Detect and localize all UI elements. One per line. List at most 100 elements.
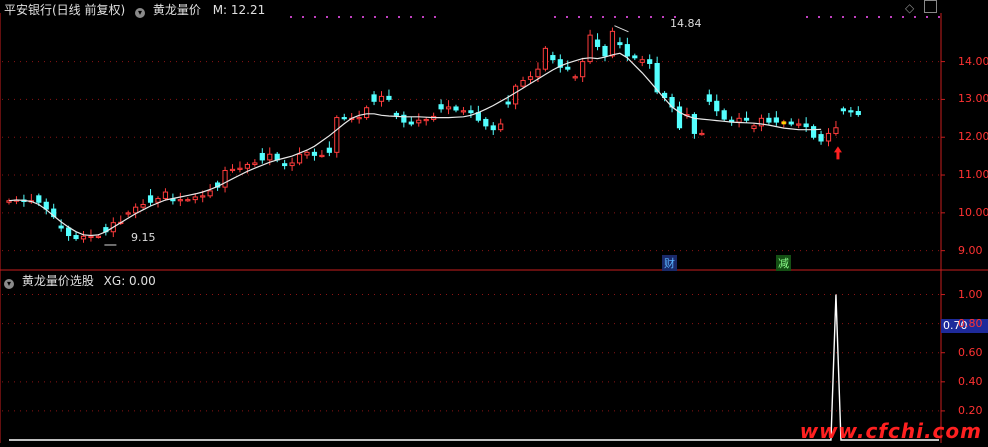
candle[interactable] <box>80 230 87 243</box>
candle[interactable] <box>289 157 295 171</box>
candle[interactable] <box>222 166 228 193</box>
candle[interactable] <box>751 123 757 133</box>
candle[interactable] <box>609 27 616 59</box>
high-arrow <box>614 25 629 33</box>
candle[interactable] <box>6 198 12 205</box>
candle[interactable] <box>140 199 146 210</box>
diamond-icon[interactable]: ◇ <box>905 1 914 15</box>
candle[interactable] <box>177 192 183 207</box>
top-marker-dot <box>854 16 856 18</box>
candle[interactable] <box>73 231 79 241</box>
candle[interactable] <box>147 189 154 207</box>
candle[interactable] <box>669 93 675 113</box>
candle[interactable] <box>691 112 697 139</box>
candle[interactable] <box>423 117 429 126</box>
candle[interactable] <box>162 188 169 201</box>
candle[interactable] <box>475 105 481 123</box>
candle[interactable] <box>639 55 645 67</box>
candle[interactable] <box>259 148 265 164</box>
candle[interactable] <box>103 223 109 236</box>
candle[interactable] <box>185 197 191 202</box>
candle[interactable] <box>758 114 765 132</box>
event-tag-cai[interactable]: 财 <box>662 255 677 271</box>
candle[interactable] <box>453 104 459 113</box>
candle[interactable] <box>721 108 727 122</box>
candle[interactable] <box>855 106 861 117</box>
top-marker-dot <box>362 16 364 18</box>
candle[interactable] <box>401 111 407 128</box>
candle[interactable] <box>840 106 846 115</box>
candle[interactable] <box>542 46 548 72</box>
top-marker-dot <box>338 16 340 18</box>
candle[interactable] <box>580 57 586 83</box>
candle[interactable] <box>296 147 303 166</box>
candle[interactable] <box>364 105 370 120</box>
candle[interactable] <box>736 113 742 128</box>
top-marker-dot <box>938 16 940 18</box>
candle[interactable] <box>632 53 638 61</box>
candle[interactable] <box>602 44 608 62</box>
candle[interactable] <box>676 101 683 131</box>
candle[interactable] <box>699 129 705 136</box>
candle[interactable] <box>334 115 340 158</box>
candle[interactable] <box>617 37 623 49</box>
candle[interactable] <box>766 113 772 125</box>
candle[interactable] <box>282 159 288 170</box>
candle[interactable] <box>125 210 131 218</box>
candle[interactable] <box>304 150 310 159</box>
candle[interactable] <box>527 71 534 84</box>
candle[interactable] <box>773 111 779 126</box>
candle[interactable] <box>416 113 422 127</box>
candle[interactable] <box>557 54 563 73</box>
candle[interactable] <box>796 118 802 129</box>
candle[interactable] <box>587 29 593 64</box>
candle[interactable] <box>229 164 236 173</box>
sub-indicator-toggle-icon[interactable]: ▾ <box>4 279 14 289</box>
candle[interactable] <box>393 111 399 120</box>
candle[interactable] <box>714 94 720 117</box>
candle[interactable] <box>326 141 332 157</box>
candle[interactable] <box>438 99 444 113</box>
candle[interactable] <box>788 118 794 127</box>
candle[interactable] <box>445 100 452 115</box>
candle[interactable] <box>252 159 258 167</box>
buy-signal-arrow-icon <box>833 146 842 160</box>
candle[interactable] <box>356 110 362 124</box>
candle[interactable] <box>237 161 243 173</box>
candle[interactable] <box>319 150 325 158</box>
candle[interactable] <box>818 130 824 145</box>
candle[interactable] <box>408 116 414 127</box>
candle[interactable] <box>498 118 504 132</box>
candle[interactable] <box>825 128 832 147</box>
candle[interactable] <box>371 91 377 106</box>
candle[interactable] <box>833 120 839 136</box>
xg-tick-label: 0.40 <box>958 374 983 388</box>
candle[interactable] <box>133 203 139 219</box>
kline-chart[interactable] <box>0 0 988 443</box>
xg-tick-label: 0.60 <box>958 345 983 359</box>
candle[interactable] <box>490 122 496 135</box>
top-marker-dot <box>554 16 556 18</box>
event-tag-jian[interactable]: 减 <box>776 255 791 271</box>
candle[interactable] <box>513 83 519 110</box>
window-box-icon[interactable] <box>924 0 937 13</box>
candle[interactable] <box>706 89 712 106</box>
candle[interactable] <box>483 117 489 130</box>
candle[interactable] <box>729 116 735 126</box>
candle[interactable] <box>341 113 347 121</box>
top-marker-dot <box>614 16 616 18</box>
candle[interactable] <box>43 198 49 215</box>
candle[interactable] <box>647 54 653 69</box>
candle[interactable] <box>848 106 854 117</box>
candle[interactable] <box>743 111 750 123</box>
candle[interactable] <box>460 106 467 115</box>
candle[interactable] <box>572 74 578 81</box>
candle[interactable] <box>811 124 817 140</box>
candle[interactable] <box>207 184 213 199</box>
candle[interactable] <box>378 91 385 107</box>
candle[interactable] <box>311 148 318 161</box>
indicator-toggle-icon[interactable]: ▾ <box>135 8 146 18</box>
candle[interactable] <box>594 33 601 51</box>
xg-label: XG: 0.00 <box>103 274 156 288</box>
candle[interactable] <box>386 89 392 102</box>
